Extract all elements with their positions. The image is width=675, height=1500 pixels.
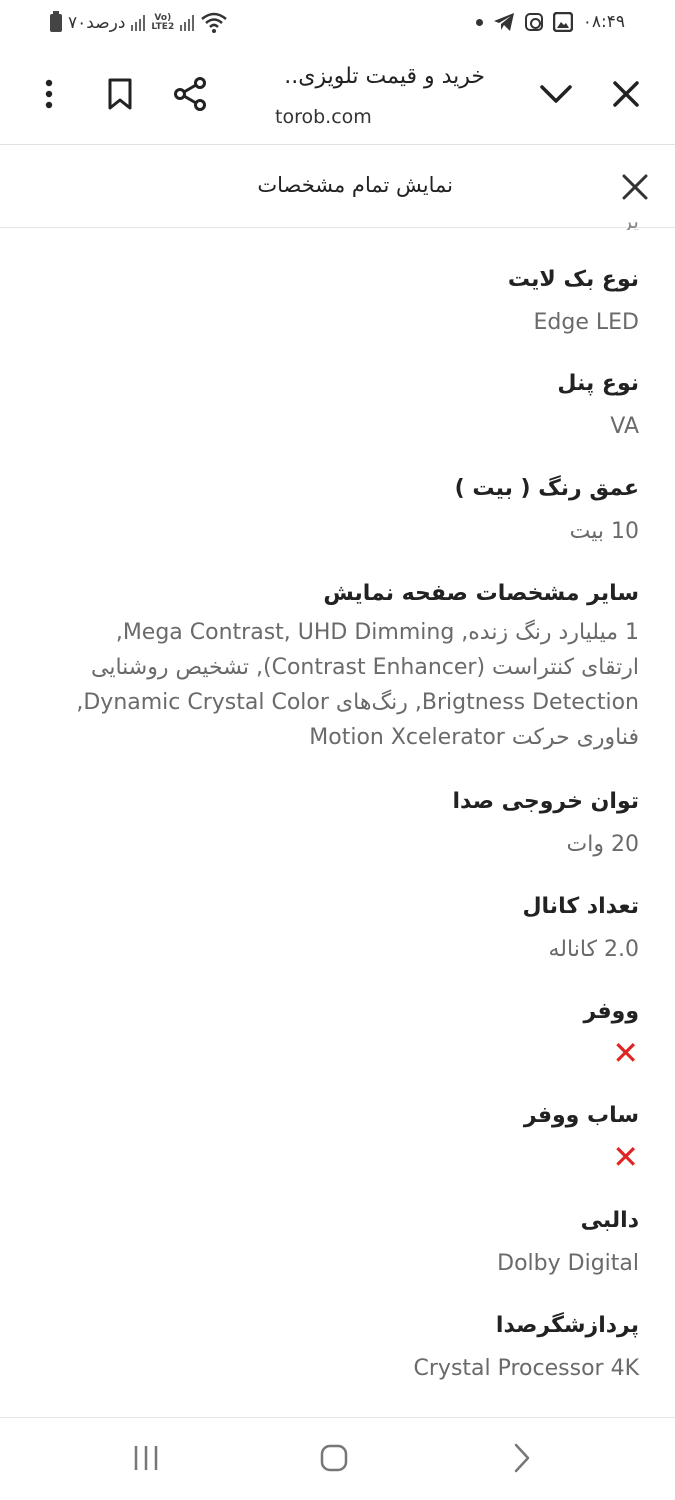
- telegram-icon: [493, 13, 514, 31]
- spec-value-line: ارتقای کنتراست (Contrast Enhancer), تشخی…: [90, 655, 639, 680]
- back-button[interactable]: [497, 1438, 547, 1478]
- spec-value-line: فناوری حرکت Motion Xcelerator: [309, 725, 639, 750]
- status-left: ۷۰درصد Vo) LTE2: [50, 11, 228, 34]
- spec-item-subwoofer: ساب ووفر ✕: [39, 1101, 639, 1175]
- signal-icon-2: [180, 15, 195, 31]
- spec-value: Edge LED: [533, 310, 639, 335]
- expand-button[interactable]: [534, 72, 578, 116]
- specs-sheet-header: نمایش تمام مشخصات: [0, 145, 675, 228]
- spec-value-multiline: 1 میلیارد رنگ زنده, Mega Contrast, UHD D…: [39, 615, 639, 755]
- spec-item-woofer: ووفر ✕: [39, 997, 639, 1071]
- spec-value: 10 بیت: [569, 519, 639, 544]
- specs-sheet-title: نمایش تمام مشخصات: [257, 173, 453, 197]
- spec-label: ساب ووفر: [523, 1103, 639, 1128]
- spec-value-line: 1 میلیارد رنگ زنده, Mega Contrast, UHD D…: [115, 620, 639, 645]
- chevron-down-icon: [540, 85, 572, 103]
- spec-value: Dolby Digital: [497, 1251, 639, 1276]
- cross-mark-icon: ✕: [612, 1034, 639, 1072]
- spec-label: پردازشگرصدا: [495, 1313, 639, 1338]
- lte-badge: Vo) LTE2: [151, 14, 174, 32]
- status-bar: ۷۰درصد Vo) LTE2 ۰۸:۴۹: [0, 0, 675, 50]
- more-vertical-icon: [45, 79, 53, 109]
- chevron-right-icon: [514, 1443, 530, 1473]
- spec-value-line: Brigtness Detection, رنگ‌های Dynamic Cry…: [76, 690, 639, 715]
- clipped-previous-value: یر: [622, 214, 639, 230]
- browser-toolbar: خرید و قیمت تلویزی.. torob.com: [0, 50, 675, 145]
- spec-item-other-display: سایر مشخصات صفحه نمایش 1 میلیارد رنگ زند…: [39, 579, 639, 755]
- more-options-button[interactable]: [27, 72, 71, 116]
- clock-time: ۰۸:۴۹: [582, 12, 625, 32]
- spec-label: عمق رنگ ( بیت ): [454, 476, 639, 501]
- share-button[interactable]: [168, 72, 212, 116]
- spec-value: 2.0 کاناله: [548, 937, 640, 962]
- spec-label: تعداد کانال: [522, 894, 639, 919]
- page-title: خرید و قیمت تلویزی..: [284, 64, 485, 89]
- status-right: ۰۸:۴۹: [475, 12, 625, 32]
- instagram-icon: [524, 13, 543, 31]
- spec-label: نوع پنل: [557, 371, 639, 396]
- close-icon: [613, 81, 639, 107]
- recent-apps-button[interactable]: [121, 1438, 171, 1478]
- system-nav-bar: [0, 1417, 675, 1500]
- spec-item-color-depth: عمق رنگ ( بیت ) 10 بیت: [39, 474, 639, 549]
- close-tab-button[interactable]: [604, 72, 648, 116]
- sheet-close-button[interactable]: [615, 167, 655, 207]
- spec-value: 20 وات: [566, 832, 639, 857]
- share-icon: [174, 77, 206, 111]
- page-url: torob.com: [275, 106, 372, 128]
- home-icon: [320, 1444, 348, 1472]
- recent-apps-icon: [134, 1446, 158, 1470]
- cross-mark-icon: ✕: [612, 1138, 639, 1176]
- spec-item-sound-processor: پردازشگرصدا Crystal Processor 4K: [39, 1311, 639, 1386]
- spec-item-channels: تعداد کانال 2.0 کاناله: [39, 892, 639, 967]
- close-icon: [622, 174, 648, 200]
- spec-label: دالبی: [580, 1208, 639, 1233]
- spec-item-dolby: دالبی Dolby Digital: [39, 1206, 639, 1281]
- spec-label: نوع بک لایت: [507, 267, 639, 292]
- bookmark-button[interactable]: [98, 72, 142, 116]
- bookmark-icon: [108, 78, 132, 110]
- home-button[interactable]: [309, 1438, 359, 1478]
- notification-dot-icon: [475, 18, 483, 26]
- spec-value: Crystal Processor 4K: [413, 1356, 639, 1381]
- battery-icon: [50, 11, 62, 32]
- gallery-icon: [552, 12, 573, 32]
- spec-item-panel-type: نوع پنل VA: [39, 369, 639, 444]
- spec-item-audio-output: توان خروجی صدا 20 وات: [39, 787, 639, 862]
- lte-badge-bottom: LTE2: [151, 22, 175, 32]
- spec-item-backlight: نوع بک لایت Edge LED: [39, 265, 639, 340]
- spec-value: VA: [610, 414, 639, 439]
- spec-label: توان خروجی صدا: [452, 789, 639, 814]
- spec-label: ووفر: [583, 999, 639, 1024]
- wifi-icon: [201, 12, 228, 33]
- signal-icon: [131, 15, 146, 31]
- battery-text: ۷۰درصد: [68, 13, 126, 33]
- spec-label: سایر مشخصات صفحه نمایش: [323, 581, 639, 606]
